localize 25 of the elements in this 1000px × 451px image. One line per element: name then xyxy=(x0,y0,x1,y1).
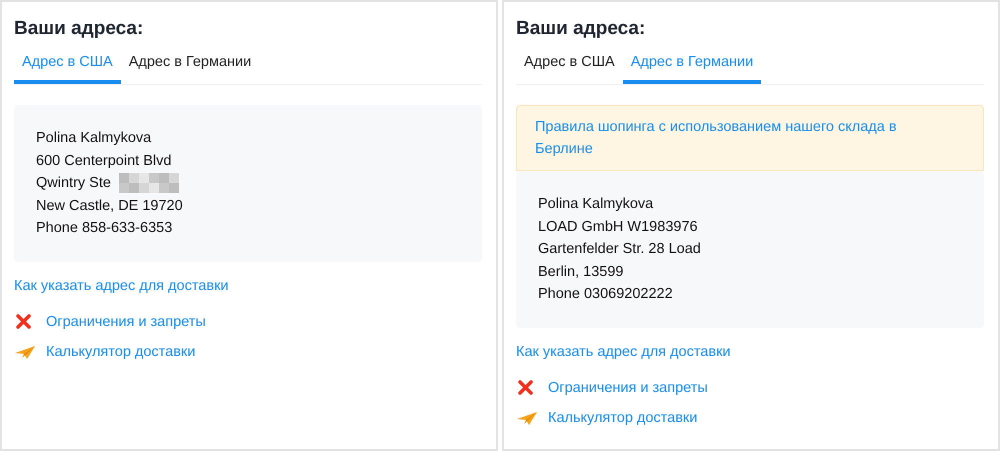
address-line: Gartenfelder Str. 28 Load xyxy=(538,240,701,259)
panel-title: Ваши адреса: xyxy=(516,18,646,40)
address-line: Phone 858-633-6353 xyxy=(36,219,172,238)
tab[interactable]: Адрес в Германии xyxy=(622,50,762,84)
tab[interactable]: Адрес в Германии xyxy=(120,50,260,84)
address-line: LOAD GmbH W1983976 xyxy=(538,218,698,236)
address-line: 600 Centerpoint Blvd xyxy=(36,152,172,170)
link[interactable]: Ограничения и запреты xyxy=(46,314,206,330)
help-link[interactable]: Как указать адрес для доставки xyxy=(14,278,229,294)
address-line: Qwintry Ste xyxy=(36,174,111,193)
address-line: Polina Kalmykova xyxy=(538,195,654,214)
address-line: Polina Kalmykova xyxy=(36,129,152,148)
help-link[interactable]: Как указать адрес для доставки xyxy=(516,344,731,360)
tab[interactable]: Адрес в США xyxy=(516,50,623,84)
address-line: Berlin, 13599 xyxy=(538,262,624,282)
tab[interactable]: Адрес в США xyxy=(14,50,121,84)
link[interactable]: Ограничения и запреты xyxy=(548,380,708,396)
address-line: New Castle, DE 19720 xyxy=(36,196,183,216)
panel-title: Ваши адреса: xyxy=(14,18,144,40)
notice-link[interactable]: Правила шопинга с использованием нашего склада в Берлине xyxy=(516,105,984,171)
address-line: Phone 03069202222 xyxy=(538,285,673,304)
paper-plane-icon xyxy=(516,410,538,426)
paper-plane-icon xyxy=(14,344,36,360)
link[interactable]: Калькулятор доставки xyxy=(548,410,698,426)
link[interactable]: Калькулятор доставки xyxy=(46,344,196,360)
